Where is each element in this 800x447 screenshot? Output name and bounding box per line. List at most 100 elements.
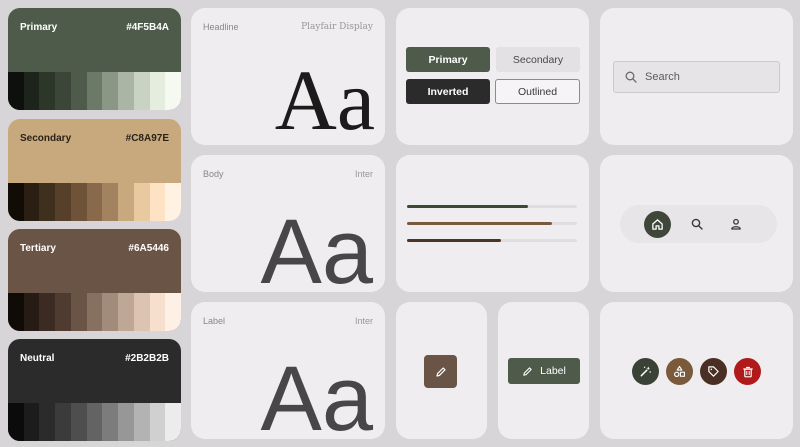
outlined-button[interactable]: Outlined: [495, 79, 580, 104]
palette-name: Secondary: [20, 133, 72, 144]
tone-chip: [8, 72, 24, 110]
palette-neutral: Neutral #2B2B2B: [8, 339, 181, 441]
progress-card: [396, 155, 589, 292]
progress-fill: [407, 205, 528, 208]
tone-chip: [70, 72, 87, 110]
tone-chip: [118, 183, 134, 221]
buttons-card: Primary Secondary Inverted Outlined: [396, 8, 589, 145]
tone-chip: [23, 183, 40, 221]
tone-chip: [8, 183, 24, 221]
tone-chip: [39, 293, 56, 331]
typography-headline-card: Headline Playfair Display Aa: [191, 8, 385, 145]
tone-chip: [86, 72, 103, 110]
progress-bar: [407, 239, 577, 242]
nav-profile-button[interactable]: [722, 211, 749, 238]
search-card: Search: [600, 8, 793, 145]
tone-chip: [165, 183, 181, 221]
magic-wand-button[interactable]: [632, 358, 659, 385]
search-icon: [625, 71, 637, 83]
progress-bar: [407, 205, 577, 208]
inverted-button[interactable]: Inverted: [406, 79, 490, 104]
tone-chip: [102, 183, 119, 221]
search-placeholder: Search: [645, 71, 680, 83]
tone-chip: [165, 293, 181, 331]
palette-secondary: Secondary #C8A97E: [8, 119, 181, 221]
tone-chip: [86, 403, 103, 441]
tone-strip: [8, 403, 181, 441]
edit-fab-button[interactable]: [424, 355, 457, 388]
tone-chip: [149, 183, 166, 221]
tag-icon: [708, 366, 719, 377]
search-input[interactable]: Search: [613, 61, 780, 93]
type-sample: Aa: [260, 201, 373, 292]
delete-button[interactable]: [734, 358, 761, 385]
palette-name: Primary: [20, 22, 58, 33]
palette-hex: #2B2B2B: [125, 353, 169, 364]
tone-chip: [23, 293, 40, 331]
palette-hex: #C8A97E: [125, 133, 169, 144]
tone-strip: [8, 183, 181, 221]
tone-chip: [133, 72, 150, 110]
tone-chip: [70, 293, 87, 331]
tone-chip: [118, 72, 134, 110]
nav-home-button[interactable]: [644, 210, 671, 238]
search-icon: [691, 218, 703, 230]
tone-chip: [55, 183, 71, 221]
shapes-icon: [674, 365, 685, 377]
font-name: Playfair Display: [301, 22, 373, 32]
navigation-bar: [620, 205, 777, 243]
pencil-icon: [523, 366, 532, 376]
tone-strip: [8, 293, 181, 331]
tone-chip: [118, 403, 134, 441]
typography-body-card: Body Inter Aa: [191, 155, 385, 292]
person-icon: [730, 218, 741, 230]
fab-label: Label: [540, 365, 566, 377]
tag-button[interactable]: [700, 358, 727, 385]
tone-chip: [149, 293, 166, 331]
progress-fill: [407, 222, 552, 225]
primary-button[interactable]: Primary: [406, 47, 490, 72]
tone-chip: [118, 293, 134, 331]
tone-chip: [165, 403, 181, 441]
trash-icon: [742, 366, 753, 377]
tone-chip: [55, 293, 71, 331]
typography-label-card: Label Inter Aa: [191, 302, 385, 439]
tone-chip: [39, 72, 56, 110]
shapes-button[interactable]: [666, 358, 693, 385]
tone-chip: [86, 293, 103, 331]
tone-chip: [86, 183, 103, 221]
tone-chip: [102, 403, 119, 441]
type-sample: Aa: [274, 52, 375, 145]
palette-hex: #4F5B4A: [126, 22, 169, 33]
icon-buttons-card: [600, 302, 793, 439]
tone-chip: [133, 403, 150, 441]
tone-chip: [149, 72, 166, 110]
type-sample: Aa: [260, 348, 373, 439]
progress-fill: [407, 239, 501, 242]
font-name: Inter: [354, 169, 373, 179]
palette-name: Neutral: [20, 353, 55, 364]
tone-chip: [8, 403, 24, 441]
tone-chip: [23, 403, 40, 441]
magic-wand-icon: [640, 366, 651, 377]
tone-chip: [70, 183, 87, 221]
type-role-label: Body: [203, 169, 224, 179]
secondary-button[interactable]: Secondary: [496, 47, 580, 72]
tone-chip: [39, 183, 56, 221]
fab-card: [396, 302, 487, 439]
tone-chip: [102, 72, 119, 110]
extended-fab-card: Label: [498, 302, 589, 439]
palette-tertiary: Tertiary #6A5446: [8, 229, 181, 331]
nav-search-button[interactable]: [683, 211, 710, 238]
font-name: Inter: [354, 316, 373, 326]
home-icon: [652, 218, 663, 230]
tone-chip: [55, 72, 71, 110]
tone-chip: [39, 403, 56, 441]
tone-chip: [8, 293, 24, 331]
type-role-label: Headline: [203, 22, 239, 32]
tone-chip: [165, 72, 181, 110]
tone-chip: [23, 72, 40, 110]
label-fab-button[interactable]: Label: [508, 358, 580, 384]
tone-chip: [149, 403, 166, 441]
palette-hex: #6A5446: [128, 243, 169, 254]
